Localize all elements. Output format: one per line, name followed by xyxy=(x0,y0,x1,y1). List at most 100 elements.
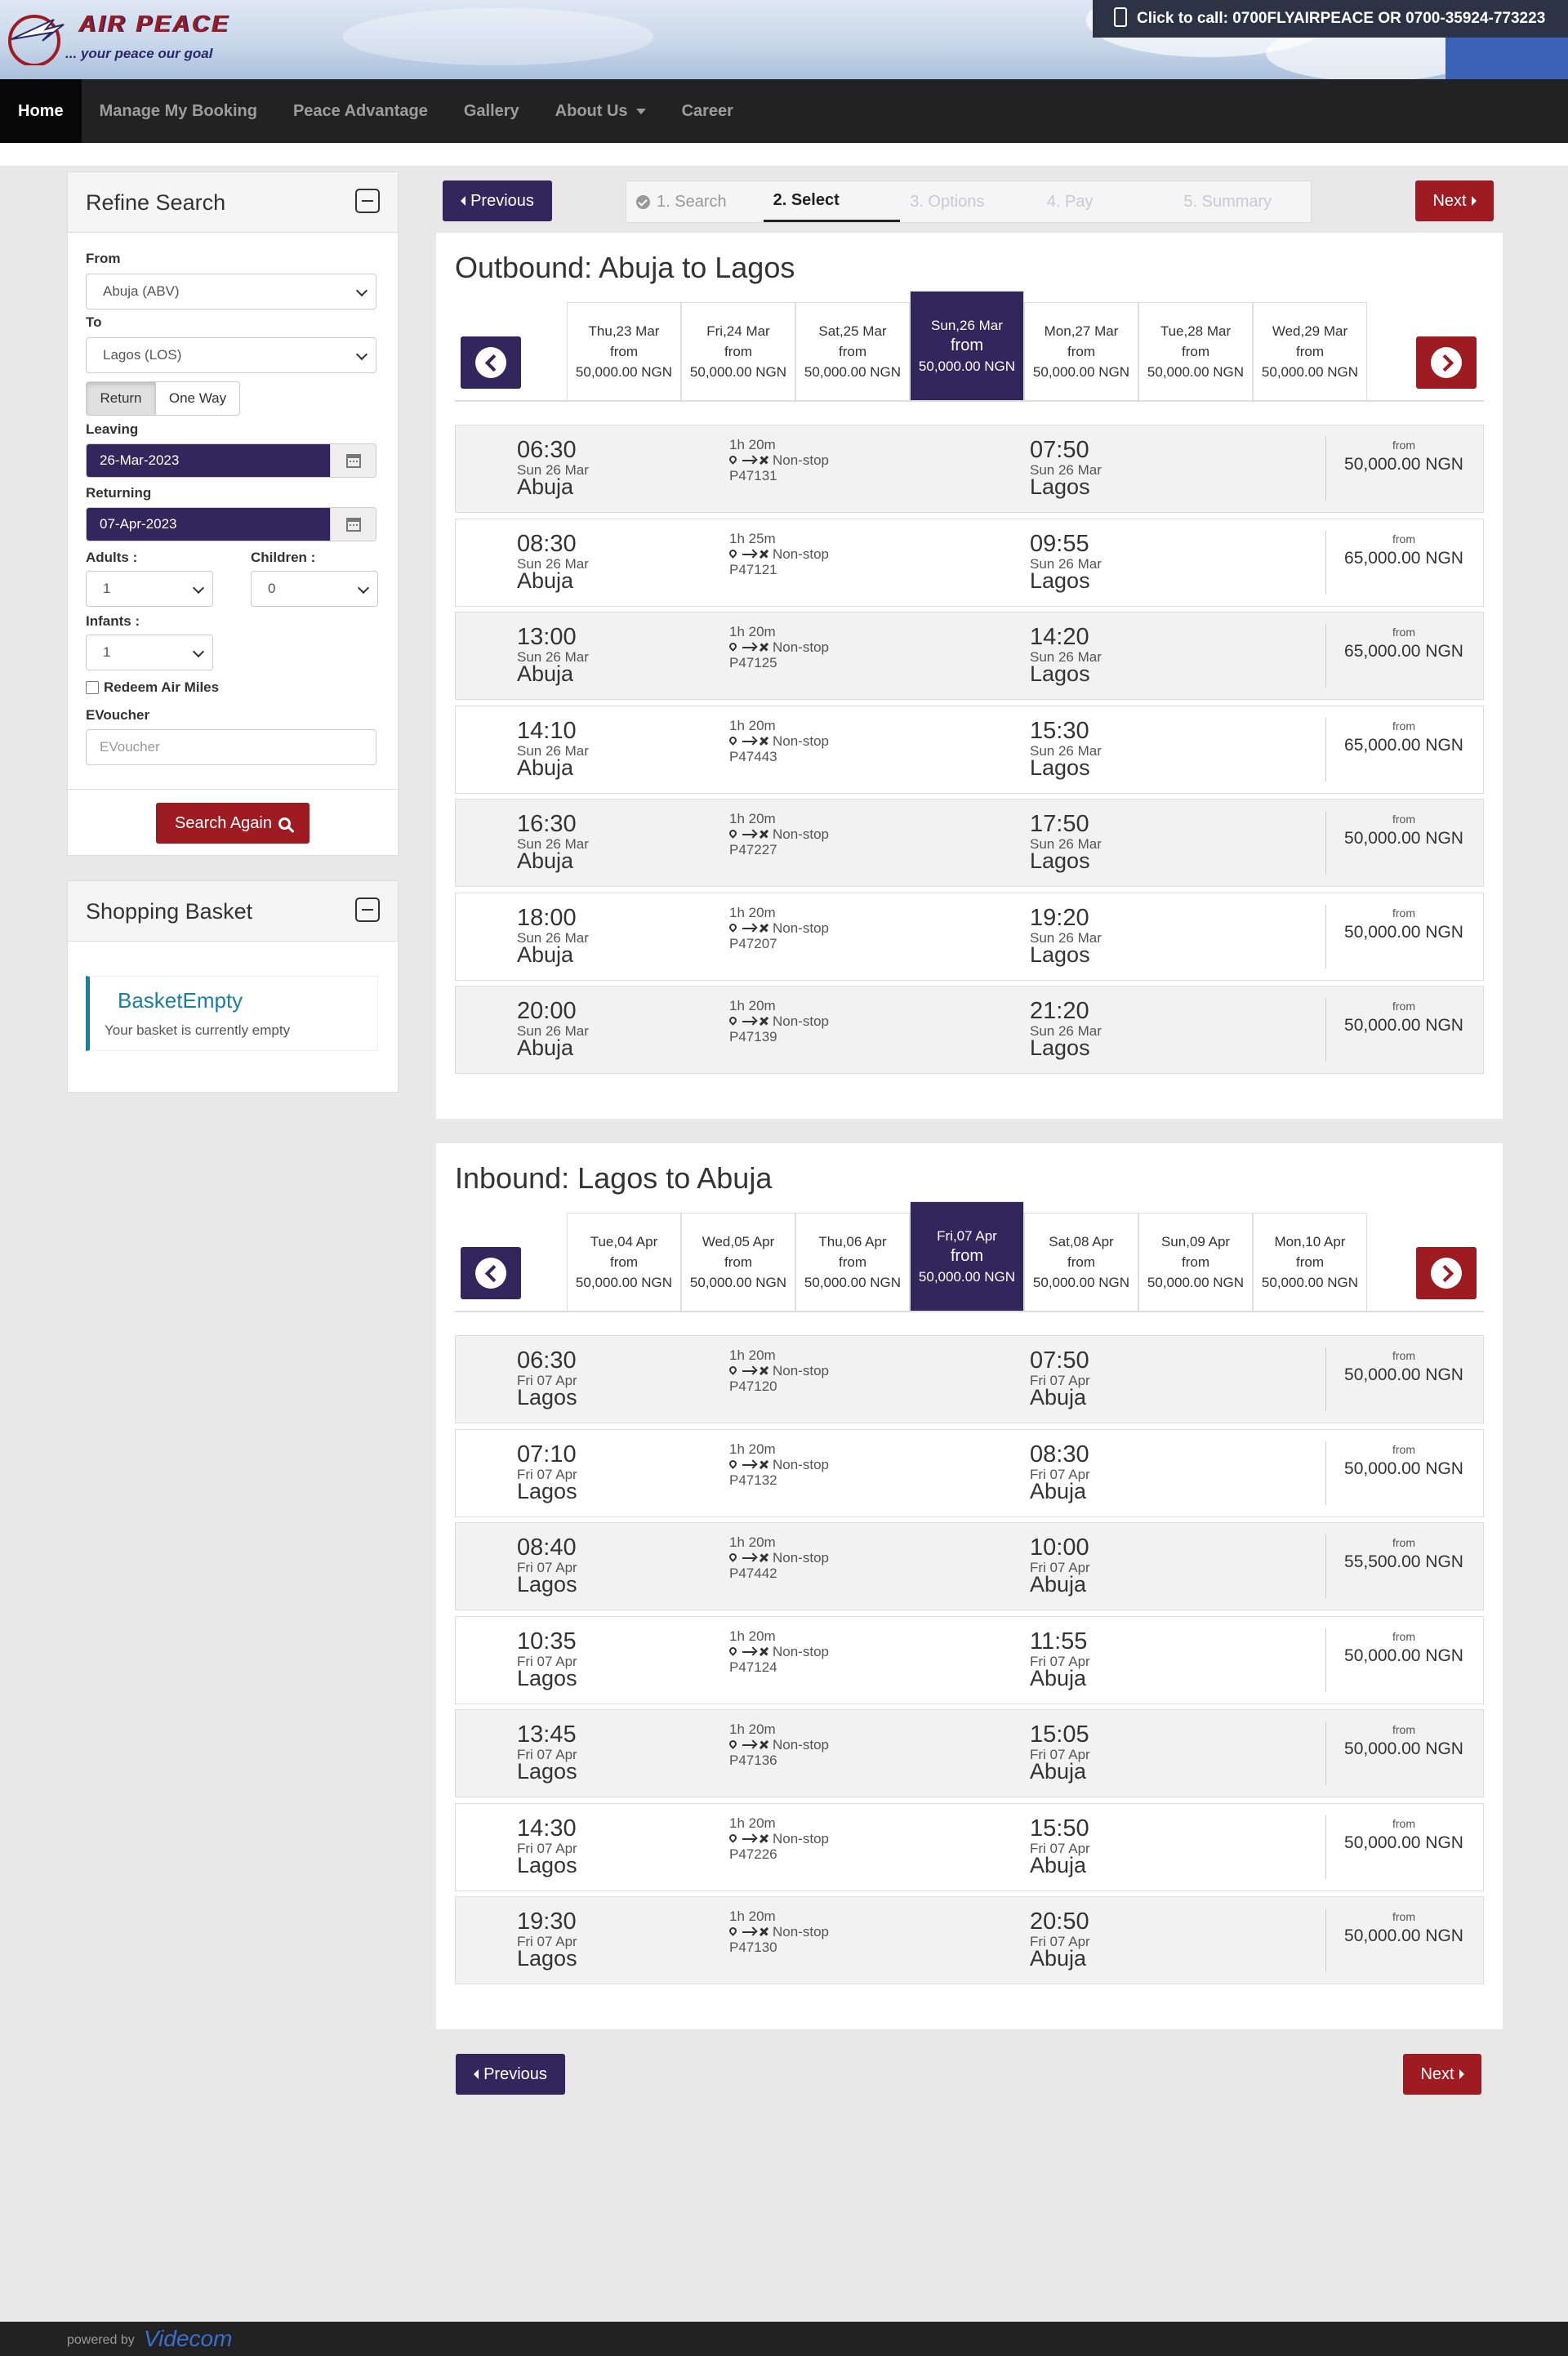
children-select[interactable]: 0 xyxy=(251,571,378,607)
from-value: Abuja (ABV) xyxy=(103,283,180,299)
date-from: from xyxy=(724,344,752,359)
next-button-bottom[interactable]: Next xyxy=(1403,2054,1481,2095)
leaving-date-value[interactable]: 26-Mar-2023 xyxy=(87,444,330,477)
returning-date-field[interactable]: 07-Apr-2023 xyxy=(86,507,376,541)
previous-button-bottom[interactable]: Previous xyxy=(456,2054,565,2095)
flight-row[interactable]: 07:10 Fri 07 Apr Lagos 1h 20m Non-stop P47132… xyxy=(455,1428,1484,1517)
stops-label: Non-stop xyxy=(773,639,829,655)
date-day: Thu,23 Mar xyxy=(588,323,660,339)
date-option[interactable]: Thu,06 Apr from 50,000.00 NGN xyxy=(795,1213,910,1311)
flight-row[interactable]: 10:35 Fri 07 Apr Lagos 1h 20m Non-stop P47124… xyxy=(455,1615,1484,1704)
date-option[interactable]: Tue,28 Mar from 50,000.00 NGN xyxy=(1138,302,1253,400)
leaving-date-field[interactable]: 26-Mar-2023 xyxy=(86,443,376,478)
previous-label: Previous xyxy=(470,191,534,210)
children-label: Children : xyxy=(251,550,316,565)
step-select[interactable]: 2. Select xyxy=(763,181,901,222)
arrival-time: 11:55 xyxy=(1030,1628,1088,1655)
arrival-city: Lagos xyxy=(1030,474,1090,499)
arrow-right-icon xyxy=(742,834,755,835)
date-option[interactable]: Tue,04 Apr from 50,000.00 NGN xyxy=(567,1213,681,1311)
collapse-icon[interactable] xyxy=(355,897,380,922)
nav-manage-booking[interactable]: Manage My Booking xyxy=(82,79,275,143)
flight-row[interactable]: 14:30 Fri 07 Apr Lagos 1h 20m Non-stop P47226… xyxy=(455,1802,1484,1891)
date-option[interactable]: Sat,08 Apr from 50,000.00 NGN xyxy=(1024,1213,1138,1311)
adults-select[interactable]: 1 xyxy=(86,571,213,607)
next-button-top[interactable]: Next xyxy=(1415,180,1494,221)
returning-calendar-button[interactable] xyxy=(330,508,376,541)
date-option[interactable]: Sun,26 Mar from 50,000.00 NGN xyxy=(910,291,1024,400)
stops-label: Non-stop xyxy=(773,1456,829,1472)
flight-row[interactable]: 14:10 Sun 26 Mar Abuja 1h 20m Non-stop P47443… xyxy=(455,705,1484,794)
date-day: Wed,05 Apr xyxy=(702,1234,775,1249)
date-option[interactable]: Wed,05 Apr from 50,000.00 NGN xyxy=(681,1213,795,1311)
flight-details: 1h 20m Non-stop P47443 xyxy=(728,718,829,764)
nav-home[interactable]: Home xyxy=(0,79,82,143)
route-line: Non-stop xyxy=(728,452,829,468)
price-from-label: from xyxy=(1392,719,1415,733)
returning-date-value[interactable]: 07-Apr-2023 xyxy=(87,508,330,541)
step-search[interactable]: 1. Search xyxy=(626,181,764,222)
map-marker-icon xyxy=(728,921,738,933)
flight-row[interactable]: 06:30 Fri 07 Apr Lagos 1h 20m Non-stop P47120… xyxy=(455,1335,1484,1423)
redeem-air-miles-checkbox[interactable] xyxy=(86,681,99,694)
departure-time: 06:30 xyxy=(517,437,577,463)
to-value: Lagos (LOS) xyxy=(103,347,182,363)
booking-steps: 1. Search 2. Select 3. Options 4. Pay 5.… xyxy=(626,180,1312,223)
from-select[interactable]: Abuja (ABV) xyxy=(86,274,376,310)
to-select[interactable]: Lagos (LOS) xyxy=(86,337,376,373)
date-option[interactable]: Fri,24 Mar from 50,000.00 NGN xyxy=(681,302,795,400)
date-option[interactable]: Sat,25 Mar from 50,000.00 NGN xyxy=(795,302,910,400)
search-again-button[interactable]: Search Again xyxy=(156,803,310,844)
flight-details: 1h 20m Non-stop P47125 xyxy=(728,624,829,670)
arrow-right-icon xyxy=(742,1837,755,1840)
departure-city: Abuja xyxy=(517,942,574,967)
flight-duration: 1h 20m xyxy=(729,1721,776,1737)
arrow-right-icon xyxy=(742,1931,755,1933)
flight-details: 1h 20m Non-stop P47124 xyxy=(728,1628,829,1675)
date-option[interactable]: Thu,23 Mar from 50,000.00 NGN xyxy=(567,302,681,400)
nav-peace-advantage[interactable]: Peace Advantage xyxy=(275,79,446,143)
flight-row[interactable]: 20:00 Sun 26 Mar Abuja 1h 20m Non-stop P47139… xyxy=(455,986,1484,1074)
arrival-time: 15:50 xyxy=(1030,1815,1089,1842)
date-option[interactable]: Fri,07 Apr from 50,000.00 NGN xyxy=(910,1201,1024,1311)
leaving-calendar-button[interactable] xyxy=(330,444,376,477)
stops-label: Non-stop xyxy=(773,1550,829,1565)
one-way-toggle[interactable]: One Way xyxy=(155,381,240,416)
stops-label: Non-stop xyxy=(773,920,829,936)
date-option[interactable]: Wed,29 Mar from 50,000.00 NGN xyxy=(1253,302,1367,400)
flight-number: P47130 xyxy=(729,1940,777,1955)
flight-row[interactable]: 06:30 Sun 26 Mar Abuja 1h 20m Non-stop P47131… xyxy=(455,425,1484,513)
return-toggle[interactable]: Return xyxy=(86,381,156,416)
flight-price: 50,000.00 NGN xyxy=(1344,1365,1463,1384)
outbound-next-dates-button[interactable] xyxy=(1416,336,1477,389)
flight-row[interactable]: 18:00 Sun 26 Mar Abuja 1h 20m Non-stop P47207… xyxy=(455,892,1484,981)
nav-career[interactable]: Career xyxy=(664,79,751,143)
outbound-prev-dates-button[interactable] xyxy=(461,336,521,389)
inbound-prev-dates-button[interactable] xyxy=(461,1247,521,1299)
inbound-next-dates-button[interactable] xyxy=(1416,1247,1477,1299)
flight-row[interactable]: 13:00 Sun 26 Mar Abuja 1h 20m Non-stop P47125… xyxy=(455,612,1484,700)
flight-row[interactable]: 16:30 Sun 26 Mar Abuja 1h 20m Non-stop P47227… xyxy=(455,799,1484,887)
flight-number: P47443 xyxy=(729,748,777,764)
flight-row[interactable]: 13:45 Fri 07 Apr Lagos 1h 20m Non-stop P47136… xyxy=(455,1709,1484,1797)
previous-button-top[interactable]: Previous xyxy=(443,180,552,221)
panel-title: Shopping Basket xyxy=(86,899,253,924)
caret-down-icon xyxy=(635,108,646,114)
nav-about-us[interactable]: About Us xyxy=(537,79,664,143)
infants-select[interactable]: 1 xyxy=(86,635,213,670)
date-option[interactable]: Mon,27 Mar from 50,000.00 NGN xyxy=(1024,302,1138,400)
arrival-time: 20:50 xyxy=(1030,1908,1089,1935)
date-option[interactable]: Mon,10 Apr from 50,000.00 NGN xyxy=(1253,1213,1367,1311)
flight-row[interactable]: 08:40 Fri 07 Apr Lagos 1h 20m Non-stop P47442… xyxy=(455,1522,1484,1610)
air-peace-logo[interactable] xyxy=(5,8,70,65)
basket-status-title: BasketEmpty xyxy=(118,988,243,1013)
nav-gallery[interactable]: Gallery xyxy=(446,79,537,143)
flight-row[interactable]: 08:30 Sun 26 Mar Abuja 1h 25m Non-stop P47121… xyxy=(455,518,1484,607)
click-to-call[interactable]: Click to call: 0700FLYAIRPEACE OR 0700-3… xyxy=(1093,0,1568,38)
collapse-icon[interactable] xyxy=(355,189,380,213)
stops-label: Non-stop xyxy=(773,1363,829,1378)
evoucher-input[interactable]: EVoucher xyxy=(86,729,376,765)
date-option[interactable]: Sun,09 Apr from 50,000.00 NGN xyxy=(1138,1213,1253,1311)
flight-row[interactable]: 19:30 Fri 07 Apr Lagos 1h 20m Non-stop P47130… xyxy=(455,1896,1484,1984)
videcom-logo[interactable]: Videcom xyxy=(144,2326,232,2352)
